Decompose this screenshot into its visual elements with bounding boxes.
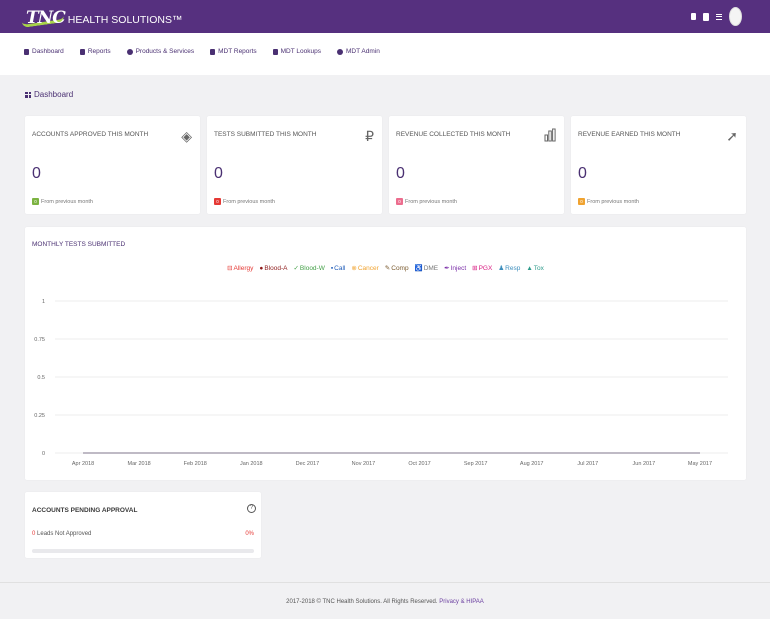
stat-card-tests-submitted: TESTS SUBMITTED THIS MONTH ₽ 0 0 From pr… [207, 116, 382, 214]
stat-footer: 0 From previous month [32, 198, 93, 205]
x-tick-label: Dec 2017 [296, 461, 320, 467]
brand-logo[interactable]: TNC HEALTH SOLUTIONS™ [21, 6, 183, 28]
nav-label: MDT Admin [345, 48, 380, 55]
nav-item-dashboard[interactable]: Dashboard [24, 48, 64, 55]
nav-label: Dashboard [32, 48, 64, 55]
document-icon [79, 48, 85, 55]
bar-chart-icon [544, 128, 556, 145]
cubes-icon [126, 48, 133, 55]
stat-value: 0 [396, 165, 405, 182]
nav-item-reports[interactable]: Reports [79, 48, 111, 55]
footer-copyright: 2017-2018 © TNC Health Solutions. All Ri… [286, 599, 438, 605]
pending-title: ACCOUNTS PENDING APPROVAL [32, 507, 138, 514]
document-icon[interactable] [691, 13, 696, 20]
nav-label: Reports [87, 48, 111, 55]
clipboard-icon[interactable] [703, 12, 709, 21]
footer: 2017-2018 © TNC Health Solutions. All Ri… [0, 582, 770, 619]
nav-label: MDT Lookups [280, 48, 321, 55]
y-tick-label: 0.25 [34, 413, 45, 419]
x-tick-label: Sep 2017 [464, 461, 488, 467]
stat-footer: 0 From previous month [396, 198, 457, 205]
stat-footer-text: From previous month [41, 198, 93, 205]
y-tick-label: 0 [42, 451, 45, 457]
page-title-text: Dashboard [34, 90, 74, 99]
nav-item-products-services[interactable]: Products & Services [126, 48, 195, 55]
pending-progress-bar [32, 549, 254, 553]
stat-footer-text: From previous month [223, 198, 275, 205]
stat-value: 0 [32, 165, 41, 182]
currency-icon: ₽ [365, 128, 374, 144]
x-tick-label: Feb 2018 [184, 461, 207, 467]
stat-card-accounts-approved: ACCOUNTS APPROVED THIS MONTH ◈ 0 0 From … [25, 116, 200, 214]
change-badge: 0 [396, 198, 403, 205]
stat-title: ACCOUNTS APPROVED THIS MONTH [32, 131, 149, 138]
layers-icon: ◈ [181, 128, 192, 144]
main-nav: Dashboard Reports Products & Services MD… [24, 48, 396, 55]
nav-item-mdt-admin[interactable]: MDT Admin [336, 48, 380, 55]
x-tick-label: Jul 2017 [577, 461, 598, 467]
change-badge: 0 [32, 198, 39, 205]
clipboard-icon [210, 48, 216, 55]
grid-icon [25, 91, 31, 98]
menu-icon[interactable] [716, 13, 722, 20]
x-tick-label: Apr 2018 [72, 461, 94, 467]
stat-title: TESTS SUBMITTED THIS MONTH [214, 131, 317, 138]
grid-icon [24, 48, 29, 55]
stat-footer: 0 From previous month [578, 198, 639, 205]
chart-canvas: 1 0.75 0.5 0.25 0 Apr 2018 Mar 2018 Feb 2018 Jan… [34, 299, 728, 467]
nav-label: MDT Reports [218, 48, 257, 55]
nav-item-mdt-lookups[interactable]: MDT Lookups [272, 48, 321, 55]
top-icons [691, 7, 742, 26]
y-tick-label: 0.75 [34, 337, 45, 343]
x-tick-label: Jun 2017 [633, 461, 656, 467]
page-title: Dashboard [25, 90, 73, 99]
nav-item-mdt-reports[interactable]: MDT Reports [210, 48, 257, 55]
y-tick-label: 0.5 [37, 375, 45, 381]
top-bar: TNC HEALTH SOLUTIONS™ [0, 0, 770, 33]
x-tick-label: Mar 2018 [128, 461, 151, 467]
stat-title: REVENUE EARNED THIS MONTH [578, 131, 681, 138]
monthly-tests-chart-card: MONTHLY TESTS SUBMITTED ⊟ Allergy ● Blood-A… [25, 227, 746, 480]
main-navbar: Dashboard Reports Products & Services MD… [0, 33, 770, 75]
stat-card-revenue-collected: REVENUE COLLECTED THIS MONTH 0 0 From pr… [389, 116, 564, 214]
pending-count: 0 [32, 531, 36, 537]
nav-label: Products & Services [135, 48, 195, 55]
x-tick-label: Nov 2017 [352, 461, 376, 467]
logo-sub-text: HEALTH SOLUTIONS™ [67, 14, 183, 26]
pending-row: 0 Leads Not Approved [32, 531, 91, 537]
user-icon [336, 48, 343, 55]
stat-title: REVENUE COLLECTED THIS MONTH [396, 131, 511, 138]
x-tick-label: Oct 2017 [408, 461, 430, 467]
folder-icon [272, 48, 278, 55]
change-badge: 0 [214, 198, 221, 205]
x-tick-label: Jan 2018 [240, 461, 263, 467]
x-tick-label: May 2017 [688, 461, 712, 467]
x-tick-label: Aug 2017 [520, 461, 544, 467]
pending-percent: 0% [245, 531, 254, 537]
accounts-pending-card: ACCOUNTS PENDING APPROVAL ? 0 Leads Not … [25, 492, 261, 558]
help-icon[interactable]: ? [247, 504, 256, 513]
privacy-link[interactable]: Privacy & HIPAA [439, 599, 484, 605]
y-tick-label: 1 [42, 299, 45, 305]
logo-main-text: TNC [26, 8, 66, 28]
change-badge: 0 [578, 198, 585, 205]
stat-footer-text: From previous month [405, 198, 457, 205]
stat-card-revenue-earned: REVENUE EARNED THIS MONTH ➚ 0 0 From pre… [571, 116, 746, 214]
avatar[interactable] [729, 7, 742, 26]
rocket-icon: ➚ [726, 128, 738, 144]
pending-label: Leads Not Approved [37, 531, 92, 537]
stat-footer: 0 From previous month [214, 198, 275, 205]
stat-footer-text: From previous month [587, 198, 639, 205]
stat-value: 0 [214, 165, 223, 182]
stat-value: 0 [578, 165, 587, 182]
